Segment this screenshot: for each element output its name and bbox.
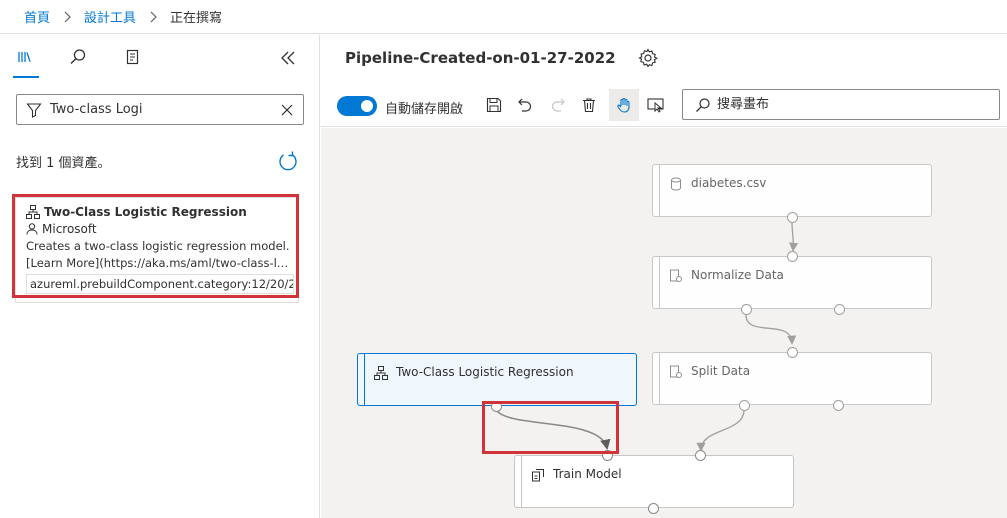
node-label: Train Model: [553, 467, 622, 481]
collapse-panel-icon[interactable]: [276, 46, 300, 70]
node-split-data[interactable]: Split Data: [652, 352, 932, 405]
clear-icon[interactable]: [279, 102, 295, 118]
highlight-box-connection: [482, 401, 619, 454]
node-label: Normalize Data: [691, 268, 784, 282]
select-mode-icon[interactable]: [645, 94, 667, 116]
output-port[interactable]: [787, 212, 798, 223]
redo-icon[interactable]: [547, 94, 569, 116]
autosave-toggle[interactable]: [337, 96, 377, 116]
designer-page: 首頁 設計工具 正在撰寫 Two-class Logi 找到 1 個資產。 Tw…: [0, 0, 1007, 518]
pipeline-header: Pipeline-Created-on-01-27-2022: [321, 35, 1007, 81]
library-tab-icon[interactable]: [13, 45, 37, 69]
filter-icon: [26, 102, 42, 118]
database-icon: [669, 177, 683, 191]
save-icon[interactable]: [483, 94, 505, 116]
input-port[interactable]: [787, 347, 798, 358]
component-icon: [669, 269, 683, 283]
highlight-box-asset: [12, 194, 299, 298]
node-two-class-logistic-regression[interactable]: Two-Class Logistic Regression: [357, 353, 637, 406]
autosave-label: 自動儲存開啟: [385, 102, 464, 117]
node-label: Split Data: [691, 364, 751, 378]
search-tab-icon[interactable]: [66, 45, 90, 69]
output-port[interactable]: [833, 400, 844, 411]
output-port[interactable]: [834, 304, 845, 315]
edge-split-to-train: [696, 409, 745, 452]
asset-search-input[interactable]: [50, 102, 270, 117]
breadcrumb-home[interactable]: 首頁: [24, 7, 50, 26]
gear-icon[interactable]: [637, 48, 658, 68]
output-port[interactable]: [739, 400, 750, 411]
canvas-search-input[interactable]: [717, 97, 997, 112]
pan-hand-icon[interactable]: [609, 89, 639, 121]
train-icon: [531, 468, 545, 482]
undo-icon[interactable]: [514, 94, 536, 116]
search-icon: [695, 97, 711, 113]
output-port[interactable]: [648, 503, 659, 514]
canvas-toolbar: 自動儲存開啟: [321, 82, 1007, 127]
hierarchy-icon: [374, 366, 388, 380]
breadcrumb: 首頁 設計工具 正在撰寫: [0, 0, 1007, 34]
refresh-icon[interactable]: [277, 150, 299, 172]
output-port[interactable]: [741, 304, 752, 315]
node-label: Two-Class Logistic Regression: [396, 365, 574, 379]
node-train-model[interactable]: Train Model: [514, 455, 794, 508]
delete-icon[interactable]: [578, 94, 600, 116]
breadcrumb-designer[interactable]: 設計工具: [84, 7, 136, 26]
pipeline-title: Pipeline-Created-on-01-27-2022: [345, 49, 616, 67]
results-count: 找到 1 個資產。: [16, 156, 111, 171]
panel-tabs: [0, 35, 319, 80]
chevron-right-icon: [62, 11, 72, 23]
component-icon: [669, 365, 683, 379]
edge-diabetes-to-normalize: [789, 222, 799, 252]
data-tab-icon[interactable]: [121, 45, 145, 69]
edge-normalize-to-split: [745, 314, 797, 345]
breadcrumb-current: 正在撰寫: [170, 11, 223, 26]
pipeline-canvas[interactable]: diabetes.csv Normalize Data Split Data T…: [321, 128, 1007, 518]
canvas-search-box: [682, 89, 1000, 120]
node-normalize-data[interactable]: Normalize Data: [652, 256, 932, 309]
chevron-right-icon: [148, 11, 158, 23]
node-label: diabetes.csv: [691, 176, 767, 190]
toggle-knob: [361, 100, 373, 112]
input-port[interactable]: [695, 450, 706, 461]
active-tab-indicator: [13, 76, 39, 78]
asset-search-box: [16, 94, 304, 125]
input-port[interactable]: [787, 251, 798, 262]
node-diabetes-csv[interactable]: diabetes.csv: [652, 164, 932, 217]
